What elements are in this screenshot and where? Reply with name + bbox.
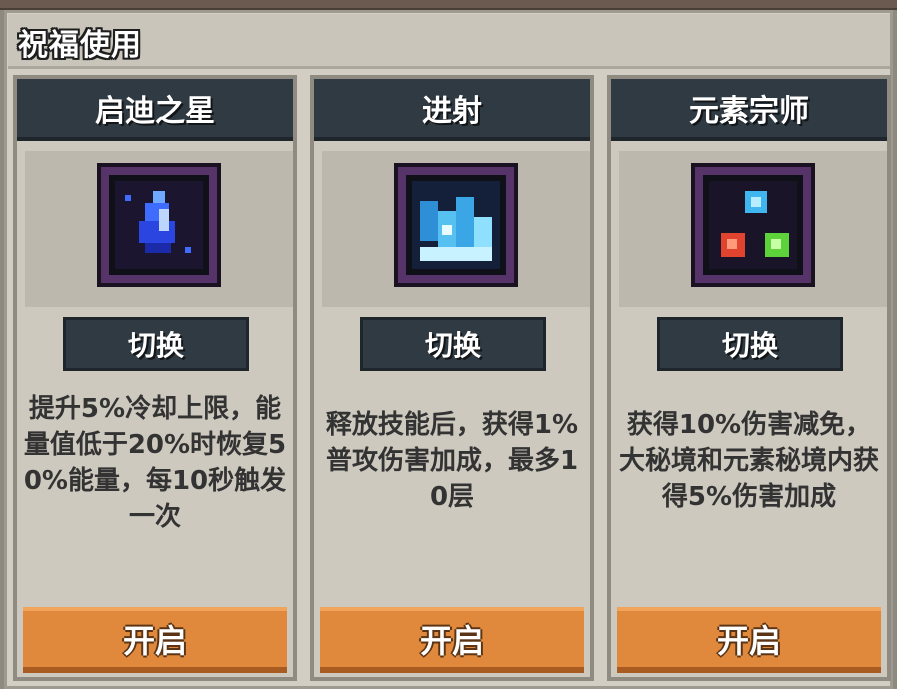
open-button[interactable]: 开启 xyxy=(320,607,584,673)
ice-spike-icon xyxy=(398,167,514,283)
card-description: 获得10%伤害减免，大秘境和元素秘境内获得5%伤害加成 xyxy=(618,410,879,512)
switch-button[interactable]: 切换 xyxy=(360,317,546,371)
card-title: 元素宗师 xyxy=(611,79,887,141)
blessing-card: 启迪之星 切换 提升5%冷却上限，能量值低于20%时恢复50%能量，每10秒触发… xyxy=(13,75,297,681)
icon-area xyxy=(25,151,293,307)
card-title: 启迪之星 xyxy=(17,79,293,141)
card-description: 提升5%冷却上限，能量值低于20%时恢复50%能量，每10秒触发一次 xyxy=(23,394,287,532)
panel-title: 祝福使用 xyxy=(18,28,142,63)
blessing-card: 元素宗师 切换 获得10%伤害减免，大秘境和元素秘境内获得5%伤害加成 开启 xyxy=(607,75,891,681)
card-title: 进射 xyxy=(314,79,590,141)
open-button[interactable]: 开启 xyxy=(23,607,287,673)
top-edge xyxy=(0,0,897,10)
blessing-card: 进射 切换 释放技能后，获得1%普攻伤害加成，最多10层 开启 xyxy=(310,75,594,681)
icon-area xyxy=(619,151,887,307)
card-description: 释放技能后，获得1%普攻伤害加成，最多10层 xyxy=(325,410,579,512)
switch-button[interactable]: 切换 xyxy=(657,317,843,371)
icon-area xyxy=(322,151,590,307)
open-button[interactable]: 开启 xyxy=(617,607,881,673)
element-orbs-icon xyxy=(695,167,811,283)
switch-button[interactable]: 切换 xyxy=(63,317,249,371)
blue-crystal-icon xyxy=(101,167,217,283)
